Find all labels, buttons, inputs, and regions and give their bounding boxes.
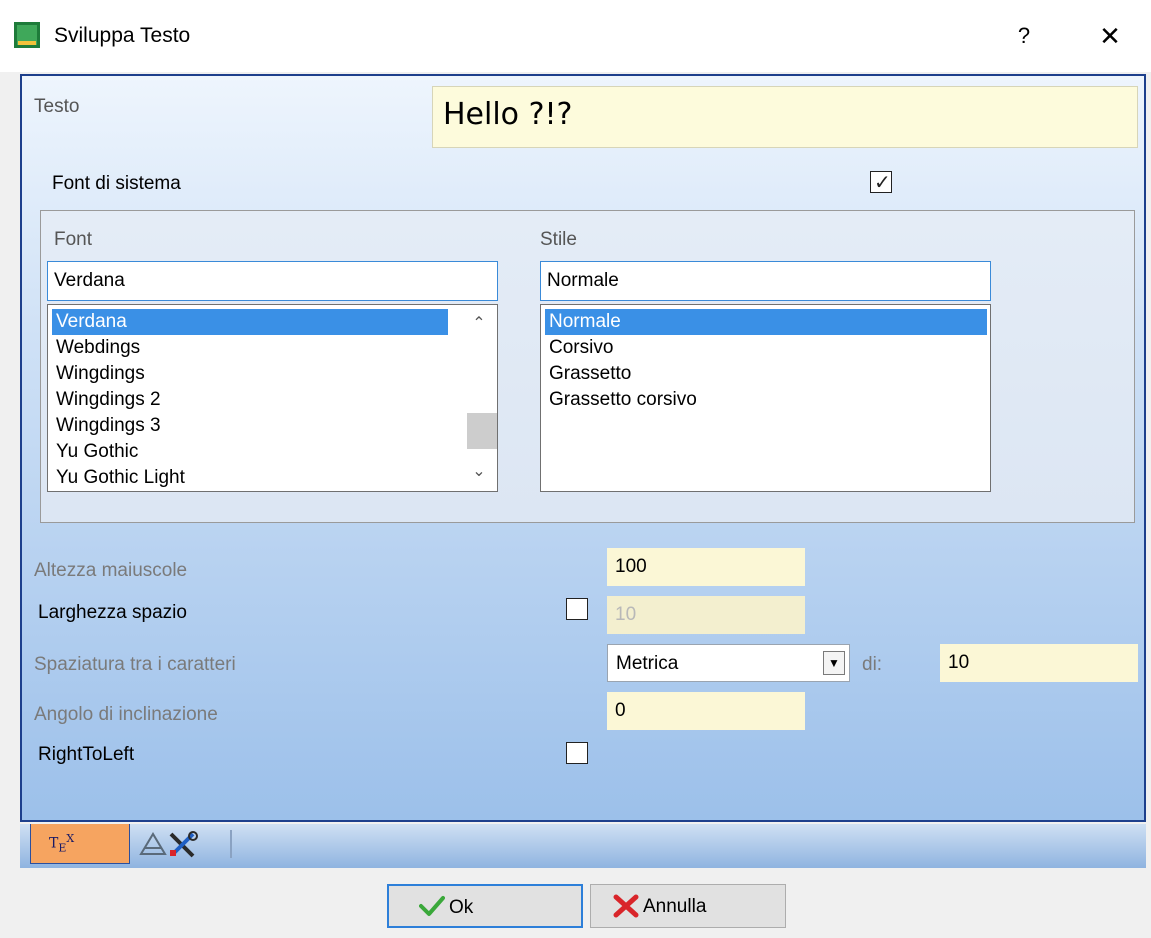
- cap-height-input[interactable]: 100: [607, 548, 805, 586]
- style-name-input[interactable]: Normale: [540, 261, 991, 301]
- text-label: Testo: [34, 96, 80, 117]
- space-width-input[interactable]: 10: [607, 596, 805, 634]
- style-listbox[interactable]: Normale Corsivo Grassetto Grassetto cors…: [540, 304, 991, 492]
- rtl-label: RightToLeft: [38, 744, 135, 765]
- font-list-item[interactable]: Verdana: [52, 309, 448, 335]
- char-spacing-value: Metrica: [616, 653, 679, 674]
- text-input[interactable]: Hello ?!?: [432, 86, 1138, 148]
- cancel-button[interactable]: Annulla: [590, 884, 786, 928]
- font-list-item[interactable]: Wingdings: [52, 361, 448, 387]
- scroll-up-icon[interactable]: ⌃: [461, 311, 497, 337]
- app-icon: [14, 22, 40, 48]
- char-spacing-input[interactable]: 10: [940, 644, 1138, 682]
- tab-separator: [230, 830, 232, 858]
- help-button[interactable]: ?: [1006, 18, 1042, 54]
- system-font-checkbox[interactable]: ✓: [870, 171, 892, 194]
- rtl-checkbox[interactable]: [566, 742, 588, 764]
- font-list-item[interactable]: Yu Gothic Light: [52, 465, 448, 491]
- scroll-thumb[interactable]: [467, 413, 497, 449]
- font-list-scrollbar[interactable]: ⌃ ⌄: [461, 305, 497, 491]
- style-list-item[interactable]: Corsivo: [545, 335, 987, 361]
- font-list-item[interactable]: Webdings: [52, 335, 448, 361]
- tab-tools[interactable]: [137, 828, 215, 860]
- system-font-label: Font di sistema: [52, 173, 181, 194]
- style-label: Stile: [540, 229, 577, 250]
- ok-button[interactable]: Ok: [387, 884, 583, 928]
- font-listbox[interactable]: Verdana Webdings Wingdings Wingdings 2 W…: [47, 304, 498, 492]
- style-list-item[interactable]: Grassetto corsivo: [545, 387, 987, 413]
- font-name-input[interactable]: Verdana: [47, 261, 498, 301]
- window-title: Sviluppa Testo: [54, 24, 191, 47]
- style-list-item[interactable]: Grassetto: [545, 361, 987, 387]
- space-width-label: Larghezza spazio: [38, 602, 187, 623]
- char-spacing-label: Spaziatura tra i caratteri: [34, 654, 236, 675]
- cap-height-label: Altezza maiuscole: [34, 560, 188, 581]
- title-bar: Sviluppa Testo ? ✕: [0, 0, 1151, 72]
- char-spacing-select[interactable]: Metrica ▼: [607, 644, 850, 682]
- font-label: Font: [54, 229, 93, 250]
- font-list-item[interactable]: Wingdings 2: [52, 387, 448, 413]
- tab-text-label: TEX: [49, 832, 75, 855]
- space-width-checkbox[interactable]: [566, 598, 588, 620]
- tab-strip: TEX: [20, 824, 1146, 868]
- sviluppa-testo-dialog: Sviluppa Testo ? ✕ Testo Hello ?!? Font …: [0, 0, 1151, 938]
- tools-icon: [139, 831, 198, 858]
- scroll-down-icon[interactable]: ⌄: [461, 459, 497, 485]
- checkmark-icon: ✓: [874, 172, 891, 194]
- slant-angle-label: Angolo di inclinazione: [34, 704, 218, 725]
- tab-text[interactable]: TEX: [30, 824, 130, 864]
- slant-angle-input[interactable]: 0: [607, 692, 805, 730]
- dropdown-arrow-icon[interactable]: ▼: [823, 651, 845, 675]
- cancel-label: Annulla: [643, 896, 707, 917]
- font-list-item[interactable]: Yu Gothic: [52, 439, 448, 465]
- font-list-item[interactable]: Wingdings 3: [52, 413, 448, 439]
- red-x-icon: [613, 894, 639, 918]
- char-spacing-of-label: di:: [862, 654, 883, 675]
- ok-label: Ok: [449, 897, 474, 918]
- close-button[interactable]: ✕: [1090, 18, 1130, 54]
- checkmark-icon: [419, 896, 445, 916]
- style-list-item[interactable]: Normale: [545, 309, 987, 335]
